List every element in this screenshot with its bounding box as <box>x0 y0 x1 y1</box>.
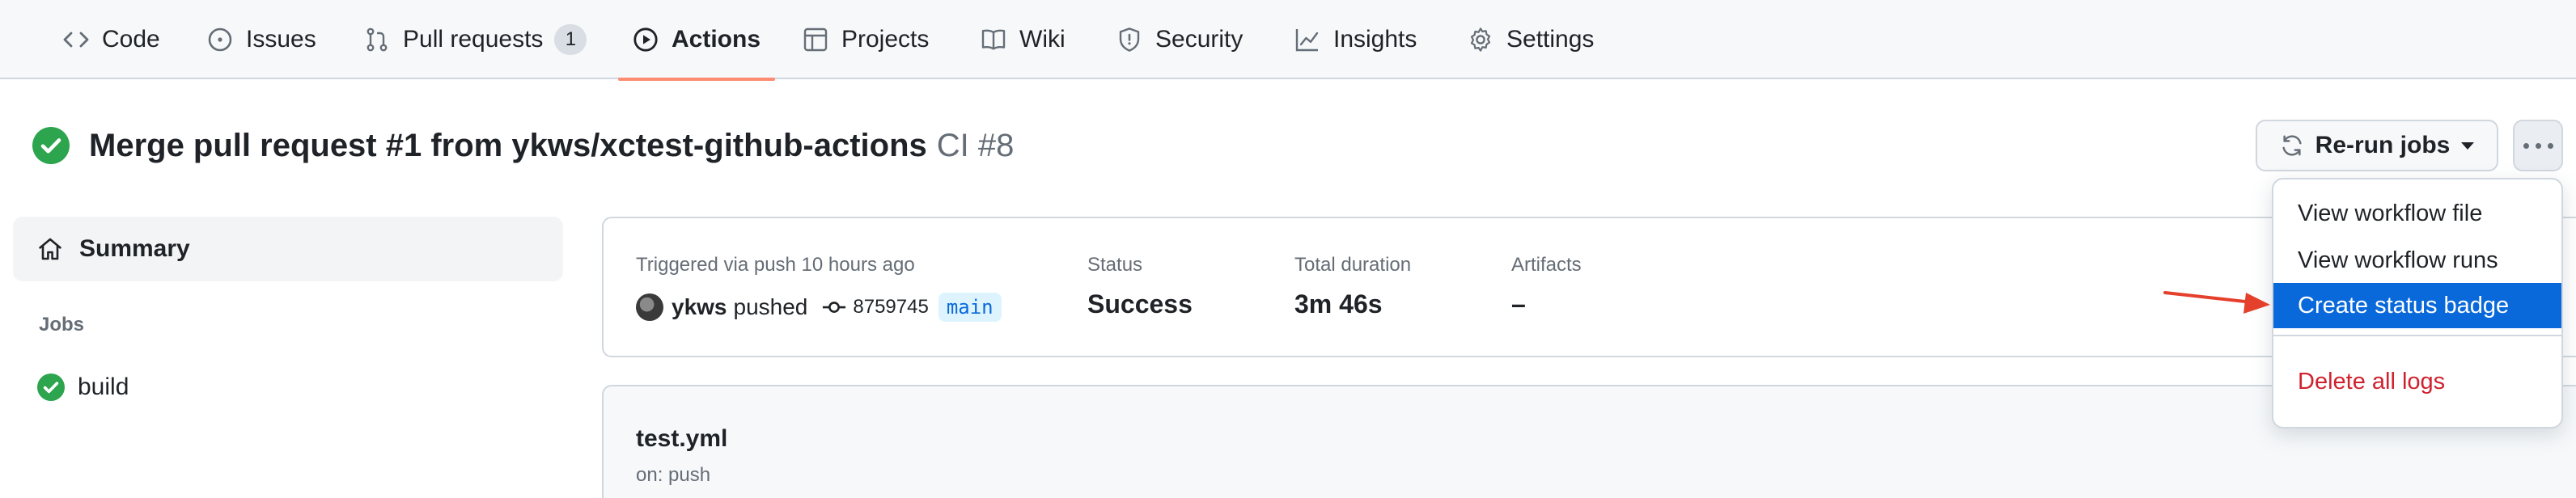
rerun-jobs-label: Re-run jobs <box>2315 132 2451 158</box>
tab-issues[interactable]: Issues <box>207 0 316 79</box>
shield-icon <box>1119 27 1140 52</box>
sidebar-item-job-build[interactable]: build <box>37 374 129 401</box>
play-icon <box>633 27 658 52</box>
run-header: Merge pull request #1 from ykws/xctest-g… <box>32 123 1014 168</box>
tab-projects[interactable]: Projects <box>803 0 929 79</box>
menu-item-create-status-badge[interactable]: Create status badge <box>2273 283 2561 328</box>
tab-settings[interactable]: Settings <box>1468 0 1594 79</box>
kebab-horizontal-icon <box>2523 142 2529 149</box>
tab-pull-requests[interactable]: Pull requests 1 <box>364 0 587 79</box>
rerun-jobs-button[interactable]: Re-run jobs <box>2256 120 2498 171</box>
commit-icon <box>823 302 846 313</box>
pull-request-count: 1 <box>554 24 587 55</box>
tab-label: Insights <box>1333 26 1417 53</box>
sidebar-item-label: Summary <box>79 235 190 262</box>
tab-label: Pull requests <box>403 26 544 53</box>
repo-nav: Code Issues Pull requests 1 Actions Proj… <box>0 0 2576 81</box>
duration-label: Total duration <box>1294 254 1412 276</box>
status-label: Status <box>1087 254 1143 276</box>
tab-insights[interactable]: Insights <box>1294 0 1417 79</box>
tab-label: Security <box>1155 26 1244 53</box>
code-icon <box>63 32 89 48</box>
book-icon <box>981 29 1006 50</box>
pull-request-icon <box>366 27 388 52</box>
branch-label[interactable]: main <box>938 293 1002 322</box>
menu-divider <box>2273 335 2561 336</box>
status-value: Success <box>1087 289 1193 319</box>
menu-item-view-workflow-runs[interactable]: View workflow runs <box>2273 238 2561 283</box>
issue-icon <box>208 27 232 52</box>
artifacts-label: Artifacts <box>1511 254 1582 276</box>
home-icon <box>39 238 61 260</box>
jobs-heading: Jobs <box>39 314 85 336</box>
table-icon <box>803 27 828 52</box>
duration-value: 3m 46s <box>1294 289 1383 319</box>
workflow-run-number: CI #8 <box>936 127 1015 163</box>
workflow-trigger: on: push <box>636 464 711 486</box>
sync-icon <box>2282 135 2302 156</box>
workflow-file-name: test.yml <box>636 425 728 452</box>
tab-label: Actions <box>672 26 761 53</box>
success-check-icon <box>37 374 65 401</box>
job-label: build <box>78 374 129 400</box>
graph-icon <box>1295 29 1319 52</box>
tab-label: Code <box>102 26 160 53</box>
tab-label: Settings <box>1506 26 1595 53</box>
artifacts-value: – <box>1511 289 1526 319</box>
tab-label: Issues <box>246 26 316 53</box>
tab-code[interactable]: Code <box>63 0 160 79</box>
gear-icon <box>1470 27 1491 52</box>
actor-link[interactable]: ykws <box>672 294 727 320</box>
tab-label: Wiki <box>1019 26 1066 53</box>
commit-sha-link[interactable]: 8759745 <box>853 296 928 319</box>
tab-security[interactable]: Security <box>1116 0 1243 79</box>
trigger-label: Triggered via push 10 hours ago <box>636 254 915 276</box>
tab-wiki[interactable]: Wiki <box>981 0 1066 79</box>
active-tab-underline <box>618 78 776 81</box>
success-check-icon <box>32 127 70 164</box>
menu-item-delete-all-logs[interactable]: Delete all logs <box>2273 359 2561 404</box>
chevron-down-icon <box>2461 141 2475 150</box>
avatar[interactable] <box>636 293 663 321</box>
menu-item-view-workflow-file[interactable]: View workflow file <box>2273 191 2561 236</box>
page-title: Merge pull request #1 from ykws/xctest-g… <box>89 127 927 163</box>
more-options-button[interactable] <box>2513 120 2563 171</box>
more-options-menu: View workflow file View workflow runs Cr… <box>2272 178 2563 428</box>
tab-label: Projects <box>841 26 930 53</box>
sidebar-item-summary[interactable]: Summary <box>13 217 563 281</box>
commit-line: ykws pushed 8759745 main <box>636 293 1002 322</box>
push-action: pushed <box>733 294 808 319</box>
tab-actions[interactable]: Actions <box>618 0 776 81</box>
